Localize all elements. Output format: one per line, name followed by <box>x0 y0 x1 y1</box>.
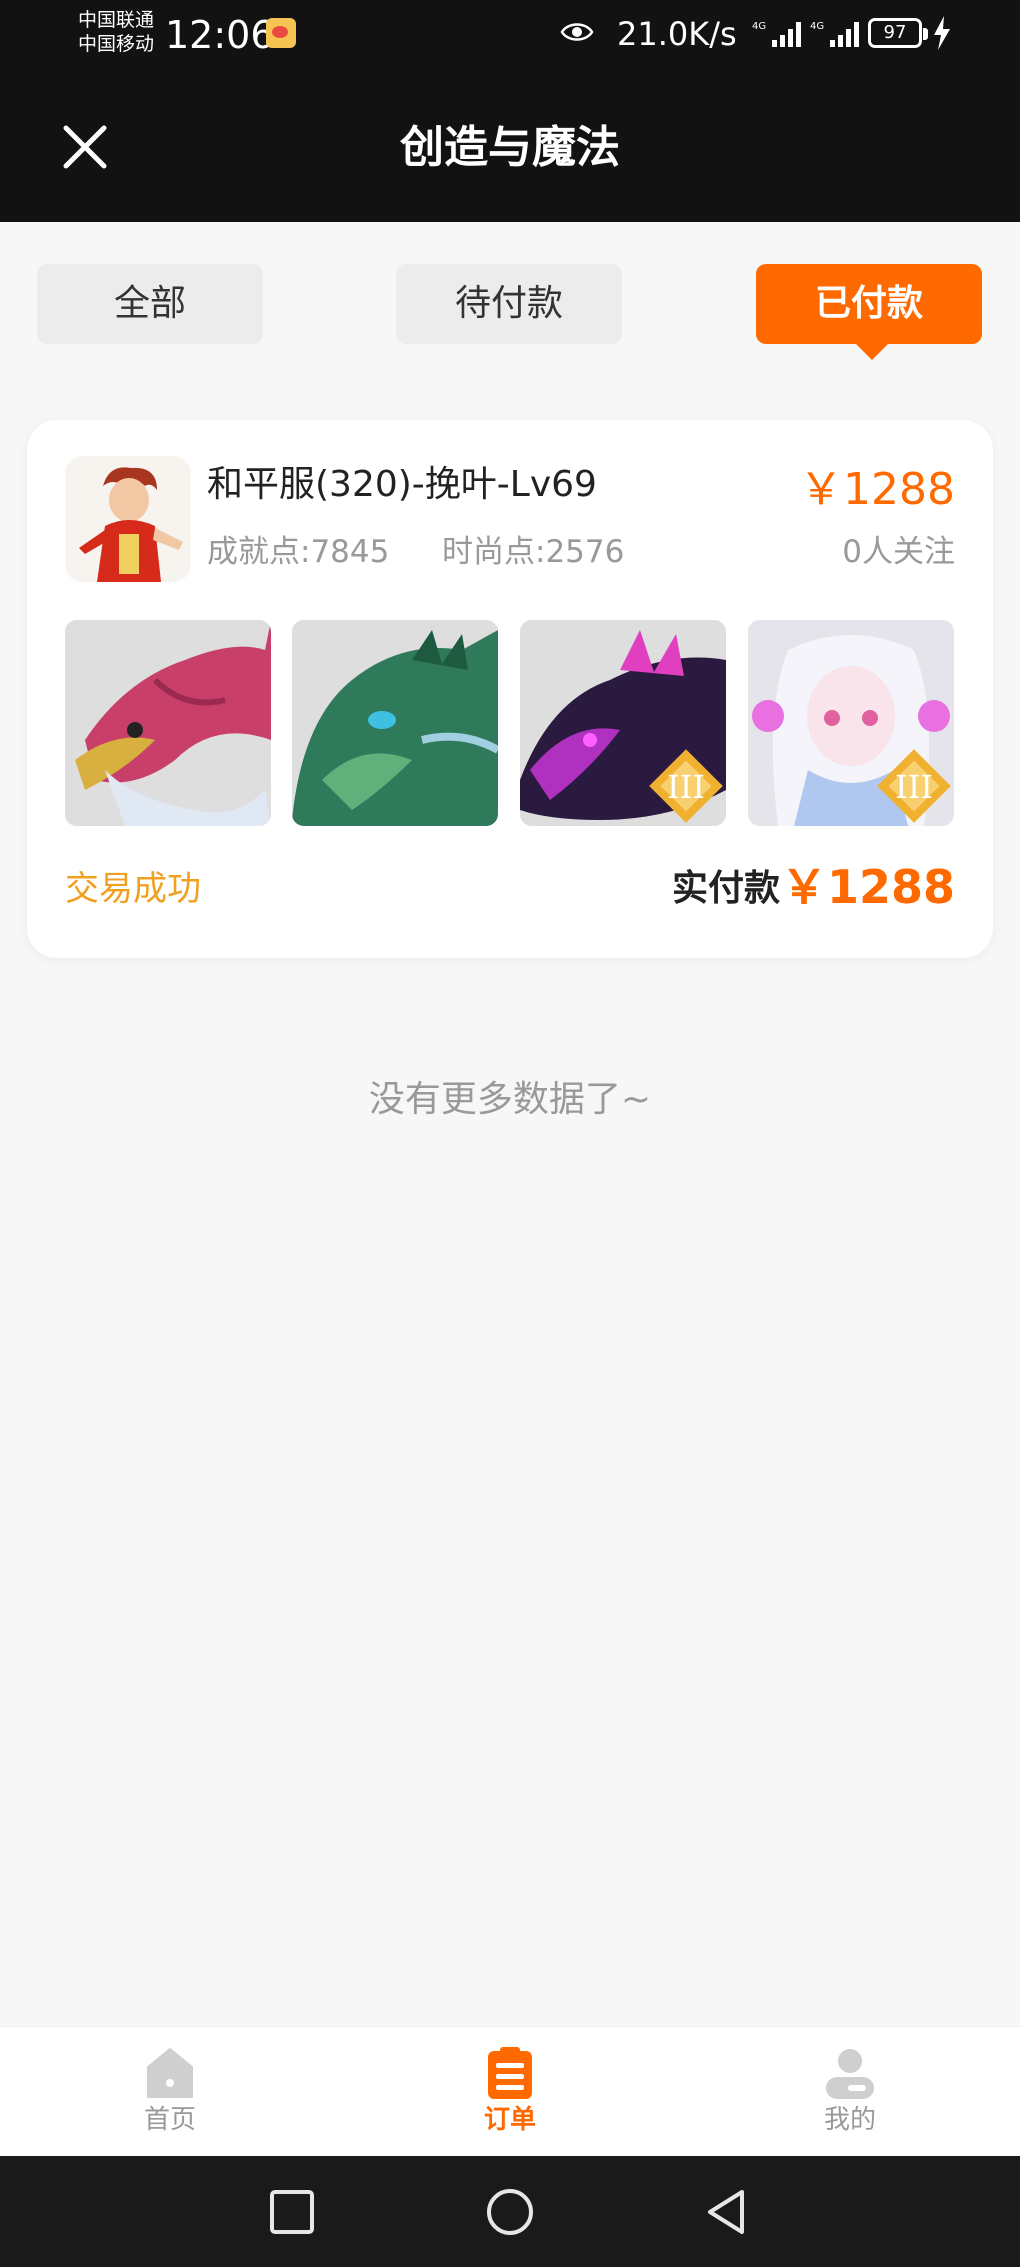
nav-me[interactable]: 我的 <box>770 2045 930 2137</box>
listing-price: ￥1288 <box>799 464 955 515</box>
rank-badge: III <box>667 768 705 806</box>
eye-icon <box>560 23 594 41</box>
signal-icon: 4G <box>810 21 859 47</box>
pet-image[interactable] <box>65 620 271 826</box>
tab-pending-payment[interactable]: 待付款 <box>396 264 622 344</box>
nav-me-label: 我的 <box>823 2105 876 2135</box>
nav-home[interactable]: 首页 <box>90 2045 250 2137</box>
status-bar: 中国联通 中国移动 12:06 21.0K/s 4G 4G 97 <box>0 0 1020 72</box>
recent-apps-icon[interactable] <box>264 2184 320 2240</box>
pet-image[interactable]: III <box>748 620 954 826</box>
order-card[interactable]: 和平服(320)-挽叶-Lv69 成就点:7845 时尚点:2576 ￥1288… <box>27 420 993 958</box>
no-more-data: 没有更多数据了~ <box>368 1079 652 1120</box>
nav-orders[interactable]: 订单 <box>430 2045 590 2137</box>
follower-count: 0人关注 <box>842 534 955 570</box>
carrier-info: 中国联通 中国移动 <box>78 8 154 56</box>
pet-image[interactable] <box>292 620 498 826</box>
svg-text:4G: 4G <box>810 21 824 32</box>
carrier-1: 中国联通 <box>78 9 155 31</box>
trade-status: 交易成功 <box>65 869 201 909</box>
home-button-icon[interactable] <box>482 2184 538 2240</box>
net-speed: 21.0K/s <box>617 15 737 53</box>
nav-home-label: 首页 <box>143 2105 196 2135</box>
orders-icon <box>488 2047 532 2099</box>
paid-amount: ￥1288 <box>780 860 955 914</box>
home-icon <box>147 2048 193 2098</box>
achievement-points: 成就点:7845 <box>207 534 390 570</box>
page-title: 创造与魔法 <box>400 122 620 173</box>
tab-all[interactable]: 全部 <box>37 264 263 344</box>
tab-paid[interactable]: 已付款 <box>756 264 982 360</box>
order-status-tabs: 全部 待付款 已付款 <box>0 222 1020 372</box>
pet-image[interactable]: III <box>520 620 726 826</box>
app-header: 创造与魔法 <box>0 72 1020 222</box>
paid-label: 实付款 <box>672 868 781 909</box>
charging-icon <box>934 16 950 50</box>
rank-badge: III <box>895 768 933 806</box>
nav-orders-label: 订单 <box>483 2105 536 2135</box>
character-avatar <box>65 456 191 582</box>
fashion-points: 时尚点:2576 <box>442 534 625 570</box>
carrier-2: 中国移动 <box>78 33 155 55</box>
bottom-tab-bar: 首页 订单 我的 <box>0 2026 1020 2156</box>
system-nav-bar <box>0 2156 1020 2267</box>
character-name: 和平服(320)-挽叶-Lv69 <box>207 464 597 505</box>
profile-icon <box>826 2049 874 2099</box>
clock: 12:06 <box>165 13 275 57</box>
back-icon[interactable] <box>700 2184 756 2240</box>
battery-icon: 97 <box>868 18 928 48</box>
weibo-icon <box>266 18 296 48</box>
signal-icon: 4G <box>752 21 801 47</box>
svg-text:4G: 4G <box>752 21 766 32</box>
